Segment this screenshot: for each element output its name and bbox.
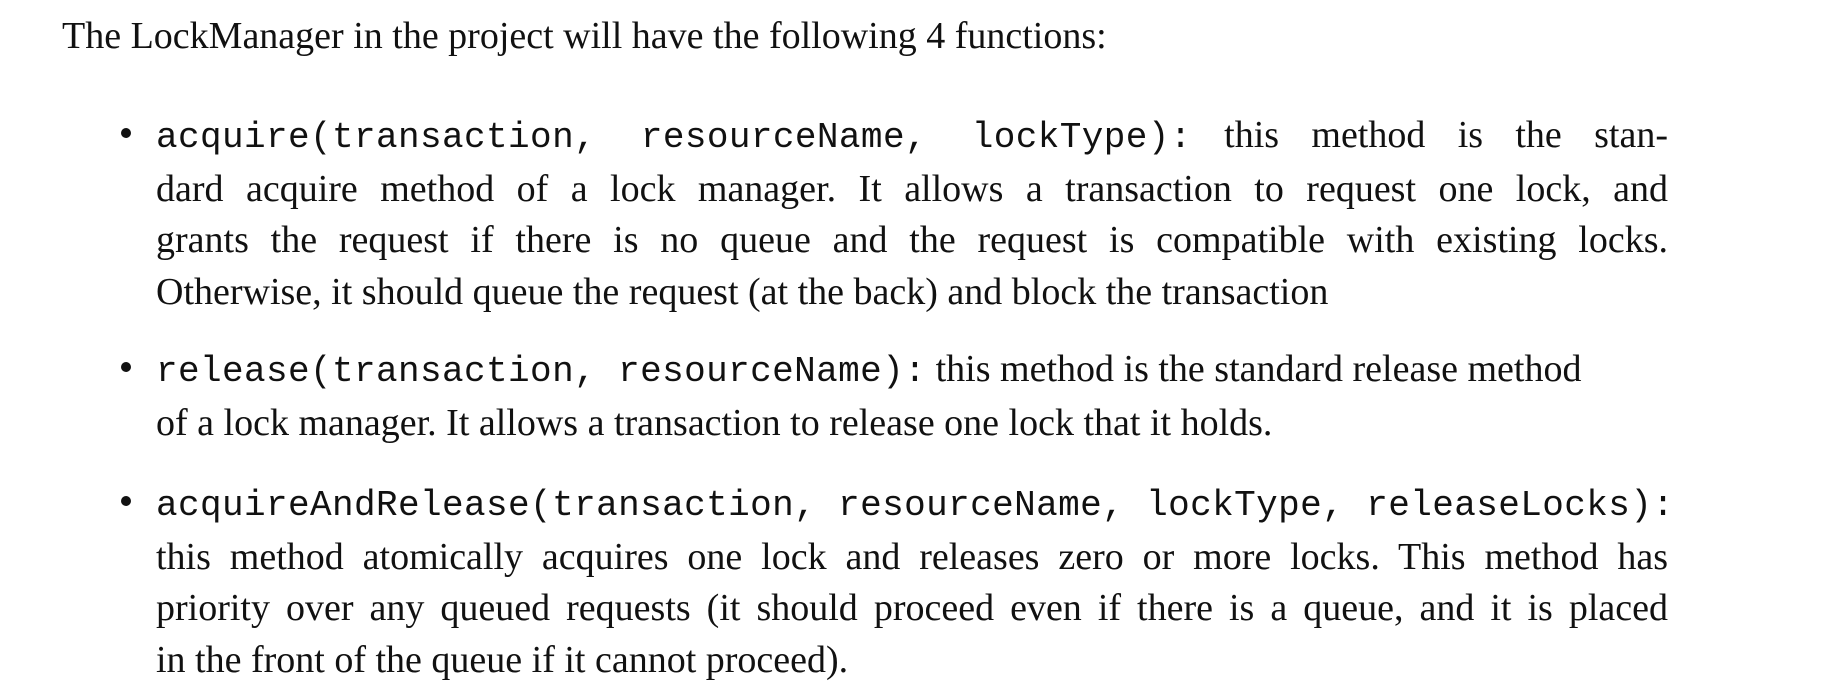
description-text: this method is the stan- [1224, 114, 1668, 156]
description-line: grants the request if there is no queue … [156, 219, 1668, 261]
bullet-icon [121, 496, 131, 506]
list-item-acquire: acquire(transaction, resourceName, lockT… [121, 110, 1676, 318]
description-text: this method is the standard release meth… [935, 348, 1582, 390]
bullet-icon [121, 128, 131, 138]
item-line: acquireAndRelease(transaction, resourceN… [156, 478, 1676, 532]
list-item-release: release(transaction, resourceName): this… [121, 344, 1676, 449]
description-line: of a lock manager. It allows a transacti… [156, 401, 1273, 444]
item-line: release(transaction, resourceName): this… [156, 344, 1676, 398]
intro-paragraph: The LockManager in the project will have… [62, 15, 1107, 57]
bullet-icon [121, 362, 131, 372]
description-line: in the front of the queue if it cannot p… [156, 638, 849, 681]
method-signature: release(transaction, resourceName): [156, 351, 927, 392]
method-signature: acquire(transaction, resourceName, lockT… [156, 117, 1192, 158]
description-line: dard acquire method of a lock manager. I… [156, 167, 1668, 210]
list-item-acquire-and-release: acquireAndRelease(transaction, resourceN… [121, 478, 1676, 686]
description-line: this method atomically acquires one lock… [156, 535, 1668, 578]
document-page: The LockManager in the project will have… [0, 0, 1845, 698]
item-line: acquire(transaction, resourceName, lockT… [156, 110, 1668, 164]
description-line: priority over any queued requests (it sh… [156, 587, 1668, 629]
method-signature: acquireAndRelease(transaction, resourceN… [156, 485, 1675, 526]
description-line: Otherwise, it should queue the request (… [156, 270, 1329, 313]
